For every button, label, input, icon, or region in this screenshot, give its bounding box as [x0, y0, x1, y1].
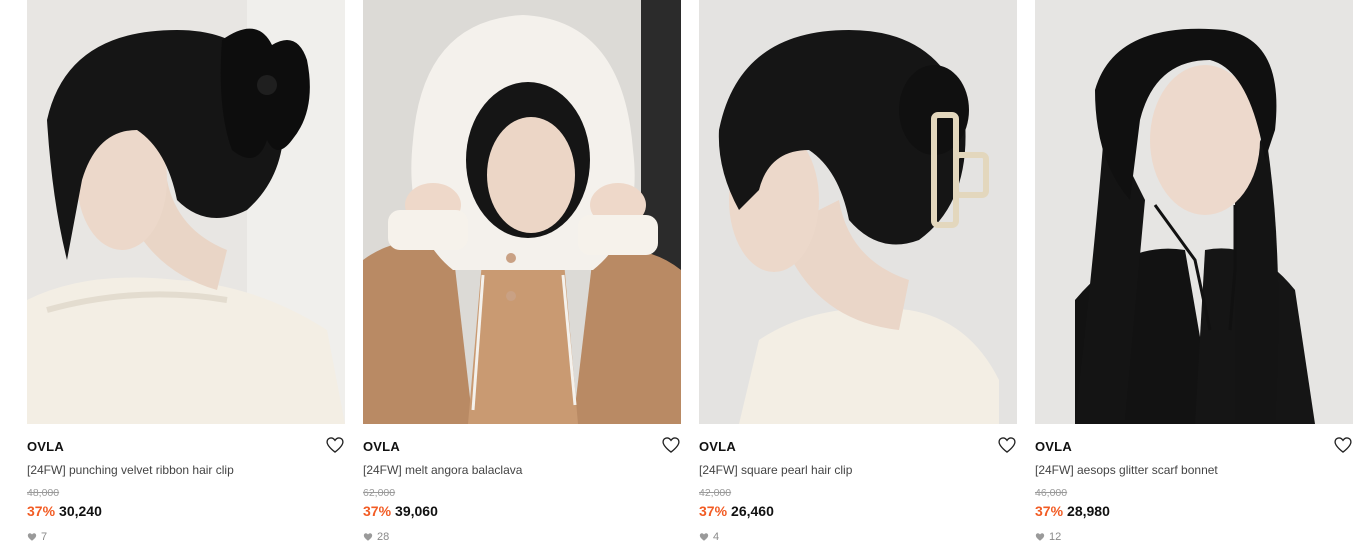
like-count-value: 12: [1049, 531, 1062, 543]
like-count: 4: [699, 531, 719, 543]
price-row: 37% 39,060: [363, 503, 438, 519]
product-photo-pearl-hair-clip: [699, 0, 1017, 424]
heart-filled-icon: [699, 533, 709, 541]
product-brand[interactable]: OVLA: [1035, 439, 1072, 454]
product-name[interactable]: [24FW] aesops glitter scarf bonnet: [1035, 463, 1218, 477]
product-grid: OVLA [24FW] punching velvet ribbon hair …: [0, 0, 1359, 557]
product-brand[interactable]: OVLA: [363, 439, 400, 454]
product-image[interactable]: [1035, 0, 1353, 424]
like-count: 7: [27, 531, 47, 543]
like-count-value: 7: [41, 531, 48, 543]
product-image[interactable]: [27, 0, 345, 424]
product-name[interactable]: [24FW] melt angora balaclava: [363, 463, 522, 477]
like-count: 12: [1035, 531, 1061, 543]
product-name[interactable]: [24FW] punching velvet ribbon hair clip: [27, 463, 234, 477]
heart-filled-icon: [27, 533, 37, 541]
price-row: 37% 30,240: [27, 503, 102, 519]
like-count: 28: [363, 531, 389, 543]
product-photo-hair-clip-ribbon: [27, 0, 345, 424]
product-image[interactable]: [699, 0, 1017, 424]
product-photo-scarf-bonnet: [1035, 0, 1353, 424]
discount-rate: 37%: [27, 503, 56, 519]
like-count-value: 28: [377, 531, 390, 543]
discount-rate: 37%: [699, 503, 728, 519]
product-card[interactable]: OVLA [24FW] square pearl hair clip 42,00…: [699, 0, 1017, 557]
sale-price: 39,060: [395, 503, 438, 519]
original-price: 48,000: [27, 487, 60, 499]
product-card[interactable]: OVLA [24FW] punching velvet ribbon hair …: [27, 0, 345, 557]
product-image[interactable]: [363, 0, 681, 424]
like-count-value: 4: [713, 531, 720, 543]
original-price: 62,000: [363, 487, 396, 499]
sale-price: 30,240: [59, 503, 102, 519]
product-brand[interactable]: OVLA: [27, 439, 64, 454]
product-brand[interactable]: OVLA: [699, 439, 736, 454]
product-card[interactable]: OVLA [24FW] aesops glitter scarf bonnet …: [1035, 0, 1353, 557]
price-row: 37% 26,460: [699, 503, 774, 519]
heart-outline-icon[interactable]: [1333, 435, 1353, 455]
product-card[interactable]: OVLA [24FW] melt angora balaclava 62,000…: [363, 0, 681, 557]
discount-rate: 37%: [363, 503, 392, 519]
sale-price: 26,460: [731, 503, 774, 519]
heart-filled-icon: [1035, 533, 1045, 541]
heart-filled-icon: [363, 533, 373, 541]
sale-price: 28,980: [1067, 503, 1110, 519]
heart-outline-icon[interactable]: [661, 435, 681, 455]
original-price: 42,000: [699, 487, 732, 499]
product-photo-balaclava: [363, 0, 681, 424]
price-row: 37% 28,980: [1035, 503, 1110, 519]
discount-rate: 37%: [1035, 503, 1064, 519]
product-name[interactable]: [24FW] square pearl hair clip: [699, 463, 852, 477]
heart-outline-icon[interactable]: [997, 435, 1017, 455]
original-price: 46,000: [1035, 487, 1068, 499]
heart-outline-icon[interactable]: [325, 435, 345, 455]
